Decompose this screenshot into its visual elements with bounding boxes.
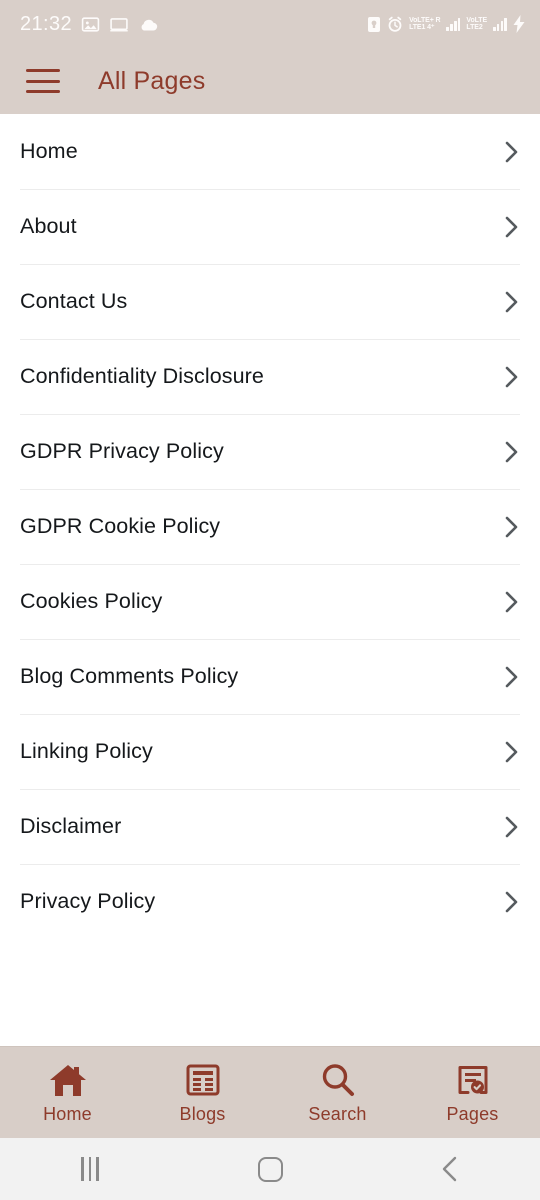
list-item-label: Home: [20, 139, 78, 163]
sim1-signal-bars: [446, 17, 461, 31]
list-item[interactable]: Cookies Policy: [0, 564, 540, 639]
search-icon: [320, 1061, 356, 1099]
sim2-signal-bars: [493, 17, 507, 31]
tab-search-label: Search: [308, 1103, 367, 1124]
chevron-right-icon: [505, 441, 518, 462]
back-chevron-icon: [442, 1156, 457, 1182]
status-bar: 21:32 VoLTE+ R LTE1 4⁺ VoLTE LTE2: [0, 0, 540, 48]
back-button[interactable]: [360, 1155, 540, 1183]
chevron-right-icon: [505, 366, 518, 387]
list-item[interactable]: Home: [0, 114, 540, 189]
sim2-line2: LTE2: [466, 24, 483, 31]
chevron-right-icon: [505, 891, 518, 912]
hamburger-menu-icon[interactable]: [26, 69, 60, 93]
page-list: Home About Contact Us Confidentiality Di…: [0, 114, 540, 1046]
newspaper-icon: [186, 1061, 220, 1099]
image-icon: [81, 16, 100, 32]
list-item-label: Cookies Policy: [20, 589, 163, 613]
list-item-label: Disclaimer: [20, 814, 122, 838]
list-item[interactable]: Privacy Policy: [0, 864, 540, 939]
app-header: All Pages: [0, 48, 540, 114]
system-home-button[interactable]: [180, 1156, 360, 1182]
sim2-line1: VoLTE: [466, 17, 488, 24]
list-item[interactable]: Disclaimer: [0, 789, 540, 864]
list-item-label: Confidentiality Disclosure: [20, 364, 264, 388]
list-item-label: Privacy Policy: [20, 889, 156, 913]
document-check-icon: [456, 1061, 490, 1099]
sim2-indicator: VoLTE LTE2: [466, 17, 487, 31]
tab-home-label: Home: [43, 1103, 92, 1124]
chevron-right-icon: [505, 216, 518, 237]
status-bar-clock: 21:32: [20, 12, 73, 35]
list-item[interactable]: Contact Us: [0, 264, 540, 339]
bottom-tab-bar: Home Blogs Search Pages: [0, 1046, 540, 1138]
sim1-indicator: VoLTE+ R LTE1 4⁺: [409, 17, 441, 31]
chevron-right-icon: [505, 141, 518, 162]
recents-icon: [81, 1157, 99, 1181]
list-item-label: About: [20, 214, 77, 238]
tab-blogs-label: Blogs: [179, 1103, 226, 1124]
list-item[interactable]: GDPR Privacy Policy: [0, 414, 540, 489]
list-item[interactable]: Blog Comments Policy: [0, 639, 540, 714]
list-item[interactable]: GDPR Cookie Policy: [0, 489, 540, 564]
tab-blogs[interactable]: Blogs: [135, 1061, 270, 1125]
chevron-right-icon: [505, 591, 518, 612]
alarm-icon: [388, 16, 402, 32]
chevron-right-icon: [505, 516, 518, 537]
tab-pages[interactable]: Pages: [405, 1061, 540, 1125]
phone-screen: 21:32 VoLTE+ R LTE1 4⁺ VoLTE LTE2 All Pa…: [0, 0, 540, 1200]
list-item-label: GDPR Cookie Policy: [20, 514, 221, 538]
home-square-icon: [257, 1156, 283, 1182]
screen-cast-icon: [110, 17, 128, 31]
chevron-right-icon: [505, 816, 518, 837]
tab-search[interactable]: Search: [270, 1061, 405, 1125]
home-icon: [48, 1061, 88, 1099]
status-bar-left: 21:32: [20, 13, 159, 36]
list-item[interactable]: Confidentiality Disclosure: [0, 339, 540, 414]
cloud-icon: [141, 19, 158, 30]
charging-bolt-icon: [513, 15, 525, 33]
chevron-right-icon: [505, 291, 518, 312]
chevron-right-icon: [505, 666, 518, 687]
list-item[interactable]: Linking Policy: [0, 714, 540, 789]
tab-pages-label: Pages: [446, 1103, 499, 1124]
sim1-line1: VoLTE+ R: [409, 17, 441, 24]
page-title: All Pages: [98, 66, 206, 95]
list-item-label: Linking Policy: [20, 739, 153, 763]
list-item-label: Contact Us: [20, 289, 128, 313]
list-item-label: Blog Comments Policy: [20, 664, 239, 688]
list-item[interactable]: About: [0, 189, 540, 264]
status-bar-right: VoLTE+ R LTE1 4⁺ VoLTE LTE2: [367, 15, 526, 33]
sim1-line2: LTE1 4⁺: [409, 24, 435, 31]
list-item-label: GDPR Privacy Policy: [20, 439, 224, 463]
chevron-right-icon: [505, 741, 518, 762]
tab-home[interactable]: Home: [0, 1061, 135, 1125]
sim-lock-icon: [368, 16, 381, 32]
recents-button[interactable]: [0, 1157, 180, 1181]
system-navigation-bar: [0, 1138, 540, 1200]
